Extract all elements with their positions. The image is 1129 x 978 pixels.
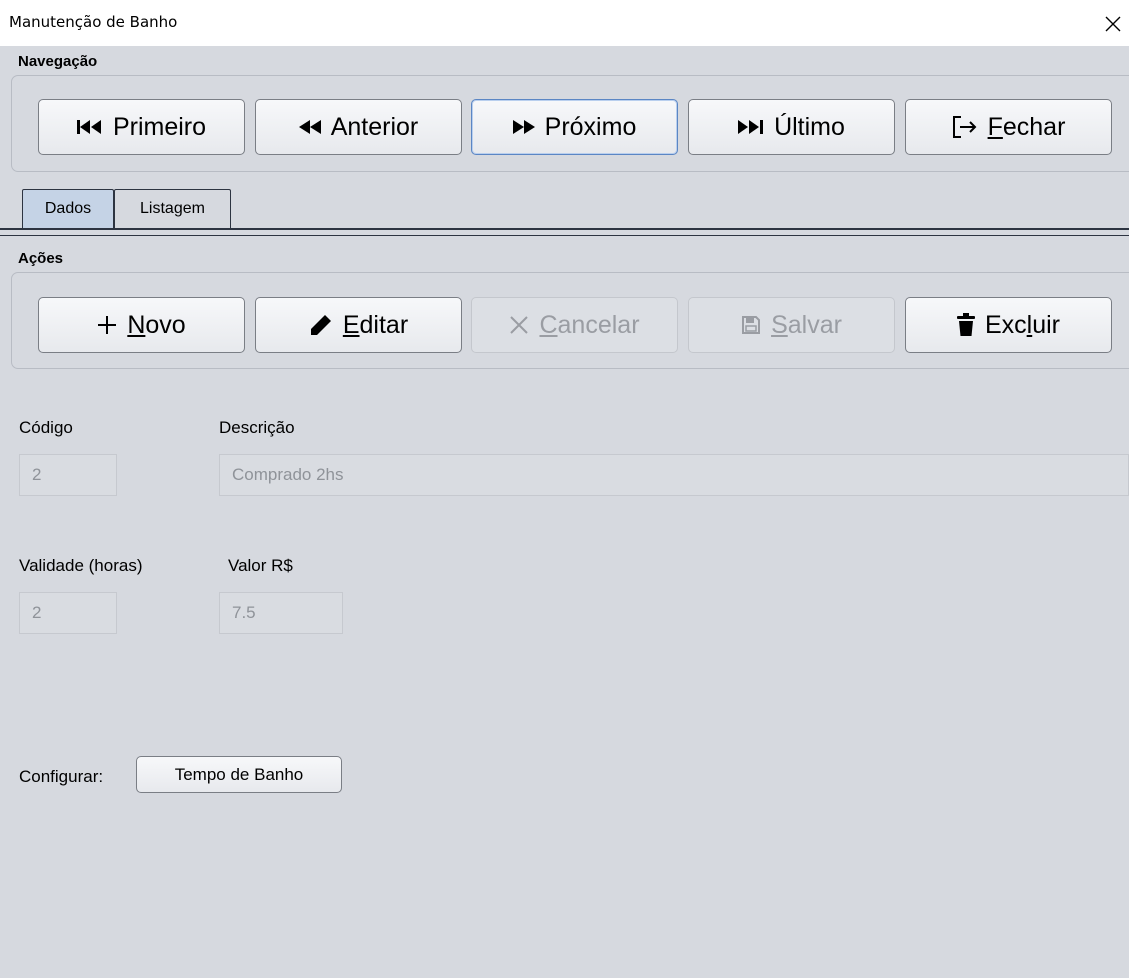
skip-last-icon [738, 119, 764, 135]
codigo-value: 2 [32, 465, 42, 484]
x-icon [509, 315, 529, 335]
close-form-button[interactable]: Fechar [905, 99, 1112, 155]
validade-value: 2 [32, 603, 42, 622]
descricao-field[interactable]: Comprado 2hs [219, 454, 1129, 496]
actions-group-label: Ações [18, 250, 64, 267]
previous-button[interactable]: Anterior [255, 99, 462, 155]
descricao-label: Descrição [219, 418, 295, 437]
first-button[interactable]: Primeiro [38, 99, 245, 155]
delete-button-label: Excluir [984, 310, 1061, 339]
new-button-label: Novo [127, 310, 186, 339]
tab-listagem[interactable]: Listagem [114, 189, 231, 228]
edit-button[interactable]: Editar [255, 297, 462, 353]
close-form-button-label: Fechar [987, 112, 1066, 141]
previous-button-label: Anterior [330, 112, 419, 141]
first-button-label: Primeiro [112, 112, 207, 141]
validade-label: Validade (horas) [19, 556, 143, 575]
title-bar: Manutenção de Banho [0, 0, 1129, 46]
valor-field[interactable]: 7.5 [219, 592, 343, 634]
next-button[interactable]: Próximo [471, 99, 678, 155]
pencil-icon [309, 313, 333, 337]
save-button[interactable]: Salvar [688, 297, 895, 353]
save-button-label: Salvar [771, 310, 842, 339]
skip-first-icon [76, 119, 103, 135]
rewind-icon [298, 119, 321, 135]
valor-label: Valor R$ [228, 556, 293, 575]
tempo-de-banho-button-label: Tempo de Banho [174, 764, 304, 784]
exit-icon [952, 115, 978, 139]
codigo-label: Código [19, 418, 73, 437]
plus-icon [97, 315, 117, 335]
edit-button-label: Editar [342, 310, 409, 339]
next-button-label: Próximo [544, 112, 637, 141]
validade-field[interactable]: 2 [19, 592, 117, 634]
valor-value: 7.5 [232, 603, 256, 622]
cancel-button-label: Cancelar [539, 310, 640, 339]
last-button[interactable]: Último [688, 99, 895, 155]
tab-listagem-label: Listagem [140, 200, 205, 217]
tab-dados[interactable]: Dados [22, 189, 114, 228]
descricao-value: Comprado 2hs [232, 465, 344, 484]
tab-divider-lower [0, 235, 1129, 236]
fast-forward-icon [512, 119, 535, 135]
navigation-group-label: Navegação [18, 53, 98, 70]
delete-button[interactable]: Excluir [905, 297, 1112, 353]
cancel-button[interactable]: Cancelar [471, 297, 678, 353]
floppy-icon [741, 315, 761, 335]
codigo-field[interactable]: 2 [19, 454, 117, 496]
tab-divider [0, 228, 1129, 230]
close-icon[interactable] [1104, 15, 1122, 33]
trash-icon [956, 313, 975, 337]
configurar-label: Configurar: [19, 767, 104, 786]
window-title: Manutenção de Banho [9, 13, 178, 31]
tempo-de-banho-button[interactable]: Tempo de Banho [136, 756, 342, 793]
new-button[interactable]: Novo [38, 297, 245, 353]
tab-dados-label: Dados [44, 200, 92, 217]
last-button-label: Último [774, 112, 845, 141]
